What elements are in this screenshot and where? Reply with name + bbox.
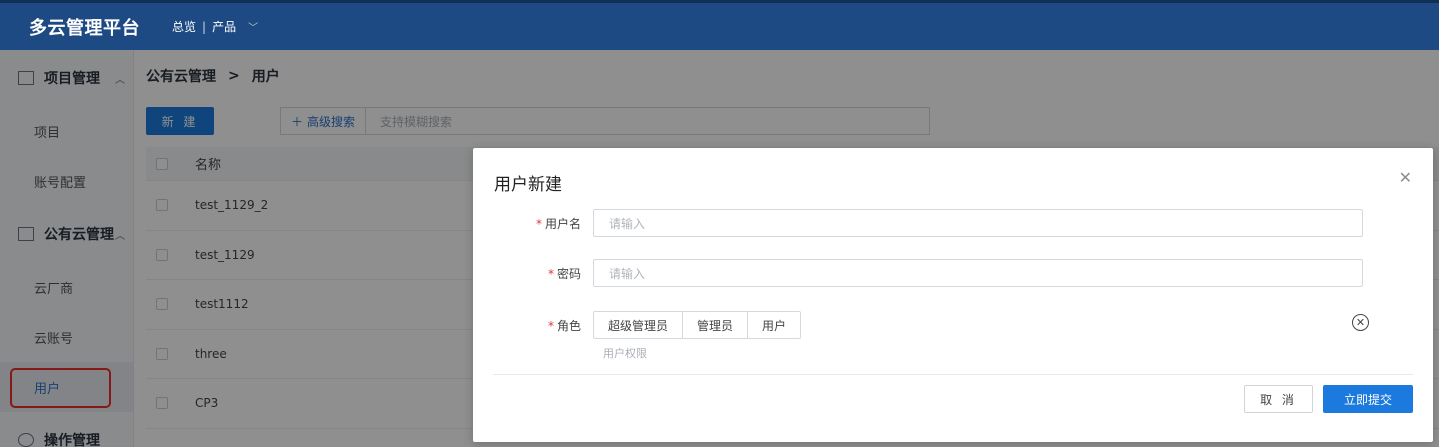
top-bar: 多云管理平台 总览 | 产品 ﹀: [0, 0, 1439, 50]
username-label: * 用户名: [535, 216, 581, 231]
cancel-button[interactable]: 取 消: [1244, 385, 1313, 413]
submit-button[interactable]: 立即提交: [1323, 385, 1413, 413]
role-option-super-admin[interactable]: 超级管理员: [594, 312, 684, 338]
top-nav: 总览 | 产品 ﹀: [172, 18, 258, 35]
nav-products[interactable]: 产品: [212, 18, 236, 35]
role-option-admin[interactable]: 管理员: [683, 312, 749, 338]
password-input[interactable]: 请输入: [593, 259, 1363, 287]
app-title: 多云管理平台: [29, 17, 140, 39]
username-input[interactable]: 请输入: [593, 209, 1363, 237]
role-selector: 超级管理员 管理员 用户: [593, 311, 802, 339]
clear-icon[interactable]: ✕: [1352, 314, 1369, 331]
username-row: * 用户名 请输入: [473, 209, 1363, 237]
role-option-user[interactable]: 用户: [748, 312, 800, 338]
dialog-title: 用户新建: [494, 175, 562, 195]
nav-overview[interactable]: 总览: [172, 18, 196, 35]
create-user-dialog: 用户新建 ✕ * 用户名 请输入 * 密码 请输入 * 角色 超级管理员 管理员 用户…: [473, 148, 1433, 442]
nav-separator: |: [202, 19, 207, 34]
role-row: * 角色 超级管理员 管理员 用户: [473, 311, 802, 339]
role-hint: 用户权限: [603, 347, 647, 360]
chevron-down-icon[interactable]: ﹀: [248, 19, 258, 34]
password-label: * 密码: [547, 266, 581, 281]
close-icon[interactable]: ✕: [1399, 168, 1412, 187]
role-label: * 角色: [547, 318, 581, 333]
password-row: * 密码 请输入: [473, 259, 1363, 287]
divider: [493, 374, 1413, 375]
